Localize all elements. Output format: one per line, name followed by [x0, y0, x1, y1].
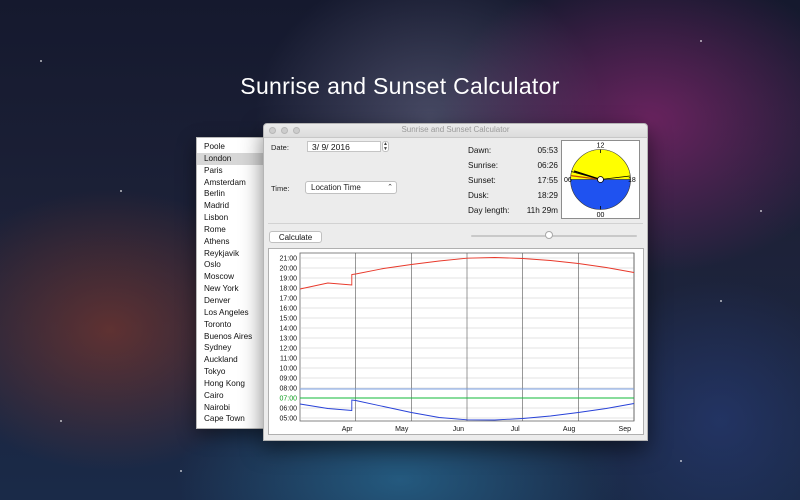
y-tick-label: 17:00: [279, 296, 297, 303]
star: [700, 40, 702, 42]
y-tick-label: 14:00: [279, 326, 297, 333]
chart-svg: 21:00 20:00 19:00 18:00 17:00 16:00 15:00 14:00…: [279, 252, 635, 433]
star: [120, 190, 122, 192]
chevron-updown-icon: ⌃: [387, 184, 393, 191]
star: [760, 210, 762, 212]
city-item[interactable]: Tokyo: [197, 366, 268, 378]
star: [60, 420, 62, 422]
star: [180, 470, 182, 472]
dusk-value: 18:29: [537, 191, 559, 200]
city-item[interactable]: New York: [197, 283, 268, 295]
y-tick-label: 09:00: [279, 376, 297, 383]
x-tick-label: May: [395, 426, 409, 433]
clock-label-00: 00: [597, 212, 605, 218]
city-list[interactable]: Poole London Paris Amsterdam Berlin Madrid Lis…: [197, 138, 268, 425]
calculate-button[interactable]: Calculate: [269, 231, 322, 243]
city-item[interactable]: Hong Kong: [197, 378, 268, 390]
x-tick-label: Aug: [563, 426, 576, 433]
star: [680, 460, 682, 462]
star: [40, 60, 42, 62]
city-item[interactable]: Los Angeles: [197, 307, 268, 319]
clock-label-18: 18: [628, 177, 636, 184]
city-list-panel: Poole London Paris Amsterdam Berlin Madrid Lis…: [196, 137, 269, 429]
y-tick-label: 05:00: [279, 416, 297, 423]
y-tick-label: 13:00: [279, 336, 297, 343]
clock-center: [597, 176, 604, 183]
x-tick-label: Jun: [453, 426, 464, 433]
city-item[interactable]: Athens: [197, 236, 268, 248]
sunrise-value: 06:26: [537, 161, 559, 170]
sun-clock-dial: 12 06 18 00: [564, 143, 636, 220]
city-item[interactable]: Denver: [197, 295, 268, 307]
dawn-value: 05:53: [537, 146, 559, 155]
y-tick-label: 15:00: [279, 316, 297, 323]
city-item[interactable]: Cairo: [197, 390, 268, 402]
city-item[interactable]: Auckland: [197, 354, 268, 366]
x-tick-label: Sep: [619, 426, 632, 433]
hero-title: Sunrise and Sunset Calculator: [240, 73, 560, 100]
y-tick-label: 19:00: [279, 276, 297, 283]
day-length-value: 11h 29m: [526, 206, 558, 215]
y-tick-label: 10:00: [279, 366, 297, 373]
y-tick-label: 11:00: [280, 356, 297, 363]
clock-label-12: 12: [597, 143, 605, 150]
city-item[interactable]: Lisbon: [197, 212, 268, 224]
city-item[interactable]: Nairobi: [197, 402, 268, 414]
city-item[interactable]: Rome: [197, 224, 268, 236]
y-tick-label: 21:00: [279, 256, 297, 263]
date-stepper[interactable]: ▲ ▼: [382, 141, 389, 152]
window-title: Sunrise and Sunset Calculator: [401, 125, 510, 134]
y-tick-label: 08:00: [279, 386, 297, 393]
city-item[interactable]: Paris: [197, 165, 268, 177]
window-titlebar[interactable]: Sunrise and Sunset Calculator: [264, 124, 647, 138]
city-item[interactable]: Madrid: [197, 200, 268, 212]
y-tick-label: 12:00: [279, 346, 297, 353]
star: [720, 300, 722, 302]
y-tick-label: 20:00: [279, 266, 297, 273]
night-sector: [570, 179, 631, 210]
time-label: Time:: [271, 184, 290, 193]
sunset-value: 17:55: [537, 176, 559, 185]
day-length-label: Day length:: [468, 206, 510, 215]
city-item[interactable]: Buenos Aires: [197, 331, 268, 343]
sun-clock: 12 06 18 00: [561, 140, 640, 219]
city-item[interactable]: London: [197, 152, 268, 165]
city-item[interactable]: Cape Town: [197, 413, 268, 425]
sunset-label: Sunset:: [468, 176, 496, 185]
main-window: Sunrise and Sunset Calculator Date: 3/ 9…: [263, 123, 648, 441]
time-zone-select[interactable]: Location Time ⌃: [305, 181, 397, 194]
y-tick-label: 18:00: [279, 286, 297, 293]
x-tick-label: Apr: [342, 426, 354, 433]
city-item[interactable]: Poole: [197, 141, 268, 153]
dawn-label: Dawn:: [468, 146, 492, 155]
city-item[interactable]: Moscow: [197, 271, 268, 283]
y-tick-label: 16:00: [279, 306, 297, 313]
city-item[interactable]: Reykjavik: [197, 248, 268, 260]
city-item[interactable]: Berlin: [197, 188, 268, 200]
sun-times-chart: 21:00 20:00 19:00 18:00 17:00 16:00 15:00 14:00…: [268, 248, 644, 435]
x-tick-label: Jul: [511, 426, 520, 433]
time-zone-value: Location Time: [311, 183, 361, 192]
city-item[interactable]: Sydney: [197, 342, 268, 354]
date-label: Date:: [271, 143, 289, 152]
date-field[interactable]: 3/ 9/ 2016: [307, 141, 381, 152]
sunrise-label: Sunrise:: [468, 161, 499, 170]
city-item[interactable]: Toronto: [197, 319, 268, 331]
city-item[interactable]: Amsterdam: [197, 177, 268, 189]
city-item[interactable]: Oslo: [197, 259, 268, 271]
clock-label-06: 06: [564, 177, 572, 184]
day-sector: [570, 149, 631, 180]
y-tick-label: 06:00: [279, 406, 297, 413]
section-divider: [268, 223, 643, 224]
dusk-label: Dusk:: [468, 191, 489, 200]
date-slider-track[interactable]: [471, 235, 637, 237]
y-tick-label: 07:00: [279, 396, 297, 403]
date-slider-thumb[interactable]: [545, 231, 554, 239]
